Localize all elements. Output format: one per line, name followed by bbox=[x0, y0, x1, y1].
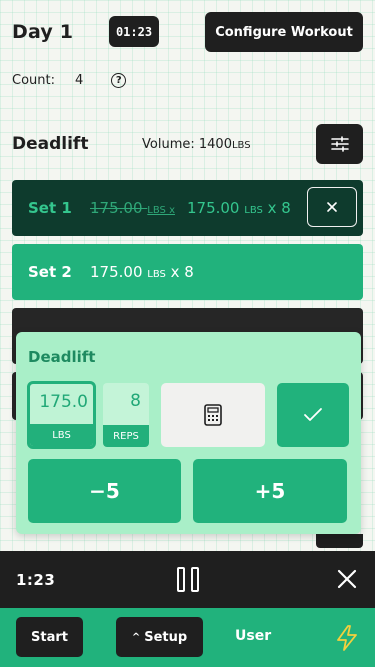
bolt-button[interactable] bbox=[335, 625, 359, 651]
set-label: Set 1 bbox=[28, 199, 72, 217]
check-icon bbox=[304, 408, 322, 421]
count-row: Count: 4 ? bbox=[12, 70, 127, 90]
count-label: Count: bbox=[12, 72, 55, 88]
exercise-title: Deadlift bbox=[12, 134, 89, 154]
confirm-set-button[interactable] bbox=[277, 383, 349, 447]
user-tab[interactable]: User bbox=[235, 628, 271, 644]
configure-workout-button[interactable]: Configure Workout bbox=[205, 12, 363, 52]
rest-timer-value: 1:23 bbox=[16, 570, 56, 589]
count-value: 4 bbox=[75, 72, 84, 88]
exercise-settings-button[interactable] bbox=[316, 124, 363, 164]
set-weight: 175.00 LBS x 8 bbox=[186, 199, 291, 217]
set-row-1[interactable]: Set 1 175.00 LBS x 175.00 LBS x 8 bbox=[12, 180, 363, 236]
decrease-weight-button[interactable]: −5 bbox=[28, 459, 181, 523]
remove-set-button[interactable] bbox=[307, 187, 357, 227]
pause-icon bbox=[177, 567, 185, 592]
reps-tag: REPS bbox=[103, 425, 149, 447]
page-title: Day 1 bbox=[12, 21, 74, 43]
pause-icon bbox=[191, 567, 199, 592]
weight-unit-tag: LBS bbox=[30, 424, 93, 446]
calculator-button[interactable] bbox=[161, 383, 265, 447]
bottom-nav: Start ^ Setup User bbox=[0, 608, 375, 667]
volume-label: Volume: bbox=[142, 137, 195, 152]
close-icon bbox=[327, 202, 337, 212]
volume-summary: Volume: 1400LBS bbox=[142, 137, 251, 152]
popup-title: Deadlift bbox=[28, 348, 96, 366]
increase-weight-button[interactable]: +5 bbox=[193, 459, 347, 523]
reps-input-value: 8 bbox=[130, 391, 141, 411]
previous-weight: 175.00 LBS x bbox=[90, 199, 175, 217]
obscured-button[interactable] bbox=[316, 534, 363, 548]
set-weight: 175.00 LBS x 8 bbox=[90, 263, 194, 281]
close-timer-button[interactable] bbox=[335, 567, 359, 591]
bolt-icon bbox=[337, 625, 357, 651]
set-editor-popup: Deadlift 175.0 LBS 8 REPS −5 +5 bbox=[16, 332, 361, 534]
weight-input[interactable]: 175.0 LBS bbox=[27, 381, 96, 449]
volume-value: 1400 bbox=[198, 137, 232, 152]
weight-input-value: 175.0 bbox=[39, 392, 88, 412]
pause-button[interactable] bbox=[177, 567, 199, 592]
setup-label: Setup bbox=[144, 629, 188, 645]
setup-button[interactable]: ^ Setup bbox=[116, 617, 203, 657]
workout-timer-badge: 01:23 bbox=[109, 16, 159, 47]
rest-timer-bar: 1:23 bbox=[0, 551, 375, 608]
sliders-icon bbox=[330, 136, 349, 152]
set-row-2[interactable]: Set 2 175.00 LBS x 8 bbox=[12, 244, 363, 300]
header: Day 1 01:23 Configure Workout bbox=[12, 12, 363, 52]
help-icon[interactable]: ? bbox=[111, 72, 127, 88]
chevron-up-icon: ^ bbox=[131, 631, 141, 643]
close-icon bbox=[337, 569, 357, 589]
volume-unit: LBS bbox=[231, 140, 251, 151]
calculator-icon bbox=[204, 404, 222, 426]
reps-input[interactable]: 8 REPS bbox=[103, 383, 149, 447]
set-label: Set 2 bbox=[28, 263, 72, 281]
start-button[interactable]: Start bbox=[16, 617, 83, 657]
